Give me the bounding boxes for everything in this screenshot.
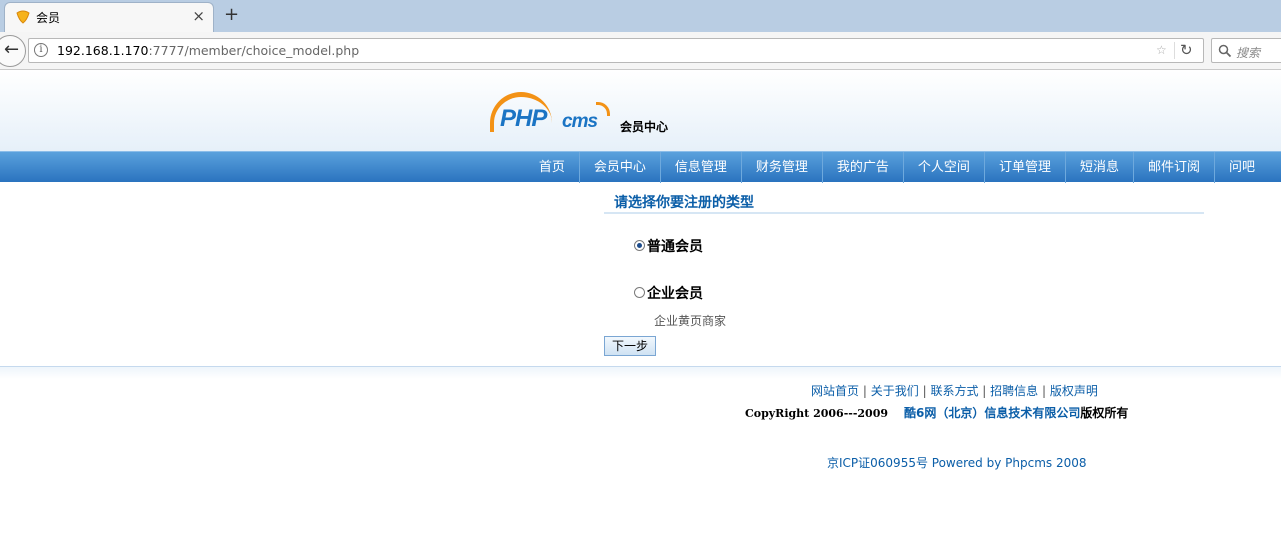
bookmark-star-icon[interactable]: ☆ — [1156, 43, 1167, 57]
footer-link-home[interactable]: 网站首页 — [811, 384, 859, 398]
menu-item-info-manage[interactable]: 信息管理 — [659, 152, 741, 183]
footer-links: 网站首页 | 关于我们 | 联系方式 | 招聘信息 | 版权声明 — [811, 382, 1098, 399]
search-placeholder: 搜索 — [1236, 46, 1261, 60]
footer-separator: | — [1042, 384, 1047, 398]
footer-link-about[interactable]: 关于我们 — [871, 384, 919, 398]
menu-item-home[interactable]: 首页 — [525, 152, 579, 183]
register-type-panel: 请选择你要注册的类型 普通会员 企业会员 企业黄页商家 下一步 — [604, 190, 1204, 356]
url-bar[interactable]: i 192.168.1.170:7777/member/choice_model… — [28, 38, 1204, 63]
reload-icon[interactable]: ↻ — [1180, 41, 1193, 59]
main-menu: 首页 会员中心 信息管理 财务管理 我的广告 个人空间 订单管理 短消息 邮件订… — [0, 151, 1281, 183]
next-step-button[interactable]: 下一步 — [604, 336, 656, 356]
browser-tab-bar: 会员 × + — [0, 0, 1281, 32]
rights-text: 版权所有 — [1080, 406, 1129, 420]
radio-regular-member[interactable] — [634, 240, 645, 251]
tab-title: 会员 — [36, 11, 61, 25]
close-tab-icon[interactable]: × — [192, 7, 205, 25]
menu-item-member-center[interactable]: 会员中心 — [578, 152, 660, 183]
search-icon — [1218, 44, 1232, 58]
logo-swoosh — [596, 102, 610, 116]
menu-item-orders[interactable]: 订单管理 — [983, 152, 1065, 183]
search-bar[interactable]: 搜索 — [1211, 38, 1281, 63]
option-label[interactable]: 普通会员 — [647, 236, 703, 256]
company-link[interactable]: 酷6网（北京）信息技术有限公司 — [904, 406, 1080, 420]
footer-link-copyright[interactable]: 版权声明 — [1050, 384, 1098, 398]
info-icon[interactable]: i — [34, 43, 48, 57]
logo-php-text: PHP — [500, 105, 547, 132]
footer-separator: | — [982, 384, 987, 398]
menu-item-my-ads[interactable]: 我的广告 — [821, 152, 903, 183]
footer-band — [0, 367, 1281, 379]
menu-item-ask[interactable]: 问吧 — [1213, 152, 1269, 183]
footer-separator: | — [922, 384, 927, 398]
url-separator — [1174, 42, 1175, 59]
url-text[interactable]: 192.168.1.170:7777/member/choice_model.p… — [57, 43, 359, 58]
enterprise-description: 企业黄页商家 — [654, 314, 727, 328]
back-button[interactable]: ← — [0, 35, 26, 67]
menu-item-mail-subscribe[interactable]: 邮件订阅 — [1132, 152, 1214, 183]
footer-link-contact[interactable]: 联系方式 — [930, 384, 978, 398]
footer-separator: | — [862, 384, 867, 398]
footer-link-jobs[interactable]: 招聘信息 — [990, 384, 1038, 398]
menu-item-personal-space[interactable]: 个人空间 — [902, 152, 984, 183]
copyright-text: CopyRight 2006---2009 — [745, 407, 889, 420]
site-header: PHP cms 会员中心 — [0, 71, 1281, 151]
logo-subtitle: 会员中心 — [620, 120, 669, 134]
logo-cms-text: cms — [562, 111, 598, 132]
section-title: 请选择你要注册的类型 — [604, 190, 1204, 214]
menu-item-messages[interactable]: 短消息 — [1064, 152, 1133, 183]
copyright-line: CopyRight 2006---2009 酷6网（北京）信息技术有限公司版权所有 — [745, 404, 1128, 421]
radio-enterprise-member[interactable] — [634, 287, 645, 298]
menu-items: 首页 会员中心 信息管理 财务管理 我的广告 个人空间 订单管理 短消息 邮件订… — [525, 152, 1269, 183]
option-label[interactable]: 企业会员 — [647, 283, 703, 303]
browser-nav-bar: ← i 192.168.1.170:7777/member/choice_mod… — [0, 32, 1281, 70]
icp-line[interactable]: 京ICP证060955号 Powered by Phpcms 2008 — [827, 454, 1087, 471]
arrow-left-icon: ← — [4, 39, 20, 60]
menu-item-finance[interactable]: 财务管理 — [740, 152, 822, 183]
favicon-icon — [16, 10, 30, 24]
phpcms-logo[interactable]: PHP cms 会员中心 — [490, 92, 680, 138]
browser-tab[interactable]: 会员 × — [4, 2, 214, 32]
new-tab-icon[interactable]: + — [224, 4, 239, 25]
